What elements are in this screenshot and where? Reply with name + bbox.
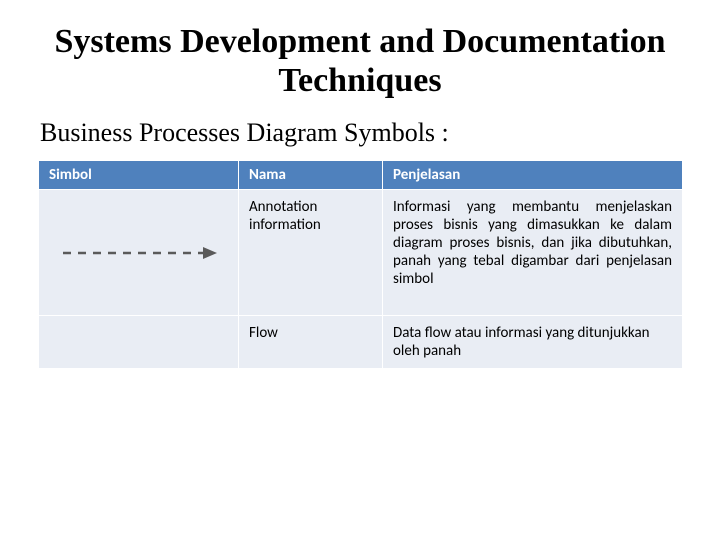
- header-simbol: Simbol: [39, 161, 239, 190]
- name-cell: Flow: [239, 316, 383, 369]
- table-row: Flow Data flow atau informasi yang ditun…: [39, 316, 683, 369]
- table-header-row: Simbol Nama Penjelasan: [39, 161, 683, 190]
- desc-cell: Data flow atau informasi yang ditunjukka…: [383, 316, 683, 369]
- header-penjelasan: Penjelasan: [383, 161, 683, 190]
- dashed-arrow-icon: [61, 243, 221, 263]
- symbols-table: Simbol Nama Penjelasan Annotation inform…: [38, 160, 683, 369]
- symbol-cell: [39, 316, 239, 369]
- header-nama: Nama: [239, 161, 383, 190]
- page-subtitle: Business Processes Diagram Symbols :: [40, 118, 682, 148]
- slide: Systems Development and Documentation Te…: [0, 0, 720, 540]
- desc-cell: Informasi yang membantu menjelaskan pros…: [383, 190, 683, 316]
- symbol-cell: [39, 190, 239, 316]
- name-cell: Annotation information: [239, 190, 383, 316]
- table-row: Annotation information Informasi yang me…: [39, 190, 683, 316]
- page-title: Systems Development and Documentation Te…: [38, 22, 682, 100]
